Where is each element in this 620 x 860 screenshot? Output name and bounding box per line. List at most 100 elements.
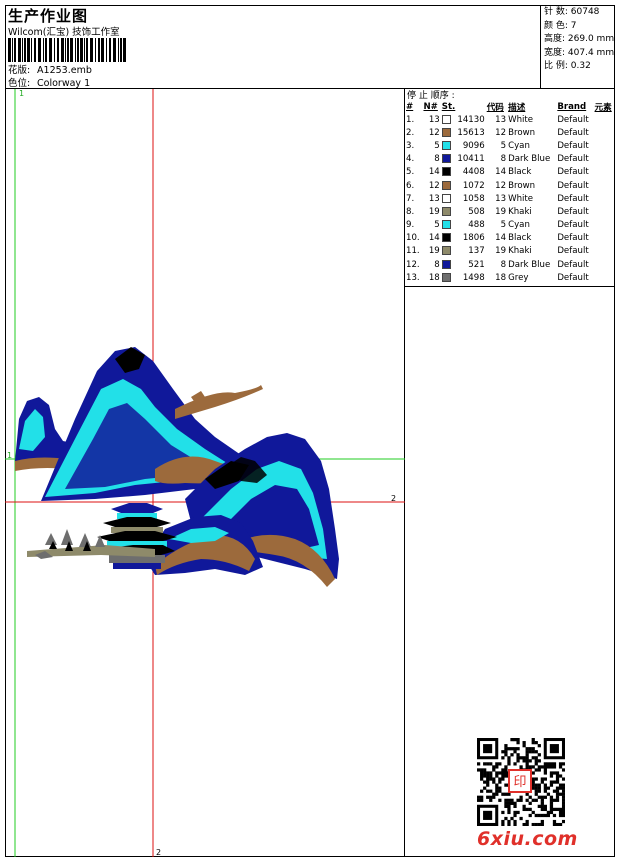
row-code: 8 [500,154,507,165]
row-element [594,258,615,271]
table-row: 2. 12 15613 12 Brown Default [405,126,615,139]
header-stats: 针 数: 60748 颜 色: 7 高度: 269.0 mm 宽度: 407.4… [540,5,615,89]
table-row: 5. 14 4408 14 Black Default [405,166,615,179]
row-brand: Default [557,180,589,191]
guide-label-h-green: 1 [7,451,12,460]
row-idx: 3. [406,140,415,151]
guide-label-v-red: 2 [156,848,161,857]
watermark-text: 6xiu.com [477,828,578,850]
row-desc: Grey [508,272,529,283]
row-needle: 13 [428,114,440,125]
row-idx: 1. [406,114,415,125]
row-needle: 19 [428,246,440,257]
stat-height: 高度: 269.0 mm [544,34,615,44]
color-swatch [441,127,451,137]
row-stitches: 508 [468,206,485,217]
row-swatch [441,258,453,271]
row-idx: 11. [406,246,420,257]
row-element [594,219,615,232]
row-idx: 12. [406,259,420,270]
col-idx: # [406,101,414,112]
col-stitches: St. [441,101,456,112]
color-swatch [441,180,451,190]
row-needle: 12 [428,127,440,138]
col-code: 代码 [486,102,504,113]
color-swatch [441,272,451,282]
row-swatch [441,245,453,258]
row-stitches: 15613 [457,127,485,138]
row-swatch [441,192,453,205]
row-idx: 7. [406,193,415,204]
row-needle: 5 [434,140,440,151]
barcode-icon [8,38,126,62]
row-needle: 8 [434,154,440,165]
row-brand: Default [557,259,589,270]
stop-sequence-box: 停 止 顺序 : # N# St. 代码 描述 Brand 元素 1. 13 141… [405,89,615,287]
row-element [594,245,615,258]
colorway-value: Colorway 1 [37,78,91,89]
row-brand: Default [557,246,589,257]
row-stitches: 1806 [462,233,485,244]
row-code: 12 [495,180,507,191]
seal-glyph: 印 [513,775,526,790]
row-desc: Dark Blue [508,154,551,165]
row-code: 5 [500,220,507,231]
row-desc: Dark Blue [508,259,551,270]
row-idx: 5. [406,167,415,178]
row-element [594,166,615,179]
row-idx: 4. [406,154,415,165]
row-code: 14 [495,167,507,178]
row-desc: Black [508,167,532,178]
row-stitches: 1072 [462,180,485,191]
row-desc: Black [508,233,532,244]
row-brand: Default [557,114,589,125]
design-preview-area: 1 1 2 2 [5,89,405,857]
row-swatch [441,139,453,152]
row-idx: 9. [406,220,415,231]
color-swatch [441,246,451,256]
row-desc: Brown [508,180,536,191]
row-stitches: 521 [468,259,485,270]
row-needle: 14 [428,233,440,244]
row-needle: 5 [434,220,440,231]
row-brand: Default [557,206,589,217]
color-swatch [441,114,451,124]
row-desc: White [508,193,534,204]
company-name: Wilcom(汇宝) 技饰工作室 [8,27,120,38]
guide-label-v-green: 1 [19,89,24,98]
qr-code-icon: 印 [477,738,565,826]
row-idx: 8. [406,206,415,217]
design-file-row: 花版: A1253.emb [8,62,92,76]
row-element [594,139,615,152]
header-left: 生产作业图 Wilcom(汇宝) 技饰工作室 花版: A1253.emb 色位:… [5,5,540,89]
col-element: 元素 [594,102,612,113]
row-swatch [441,219,453,232]
col-desc: 描述 [508,102,526,113]
color-swatch [441,259,451,269]
stat-stitches: 针 数: 60748 [544,7,600,17]
table-row: 6. 12 1072 12 Brown Default [405,179,615,192]
row-code: 18 [495,272,507,283]
colorway-row: 色位: Colorway 1 [8,75,90,89]
row-swatch [441,205,453,218]
row-idx: 6. [406,180,415,191]
row-swatch [441,179,453,192]
table-row: 13. 18 1498 18 Grey Default [405,271,615,284]
row-stitches: 1498 [462,272,485,283]
row-needle: 19 [428,206,440,217]
color-swatch [441,140,451,150]
table-row: 10. 14 1806 14 Black Default [405,232,615,245]
row-brand: Default [557,140,589,151]
pagoda-artwork [97,503,177,569]
table-row: 4. 8 10411 8 Dark Blue Default [405,153,615,166]
table-row: 12. 8 521 8 Dark Blue Default [405,258,615,271]
row-desc: Khaki [508,206,532,217]
table-row: 1. 13 14130 13 White Default [405,113,615,126]
row-code: 19 [495,246,507,257]
color-sequence-table: # N# St. 代码 描述 Brand 元素 1. 13 14130 13 White… [405,100,615,284]
row-brand: Default [557,127,589,138]
row-stitches: 14130 [457,114,485,125]
row-desc: Cyan [508,140,530,151]
row-element [594,113,615,126]
row-stitches: 9096 [462,140,485,151]
